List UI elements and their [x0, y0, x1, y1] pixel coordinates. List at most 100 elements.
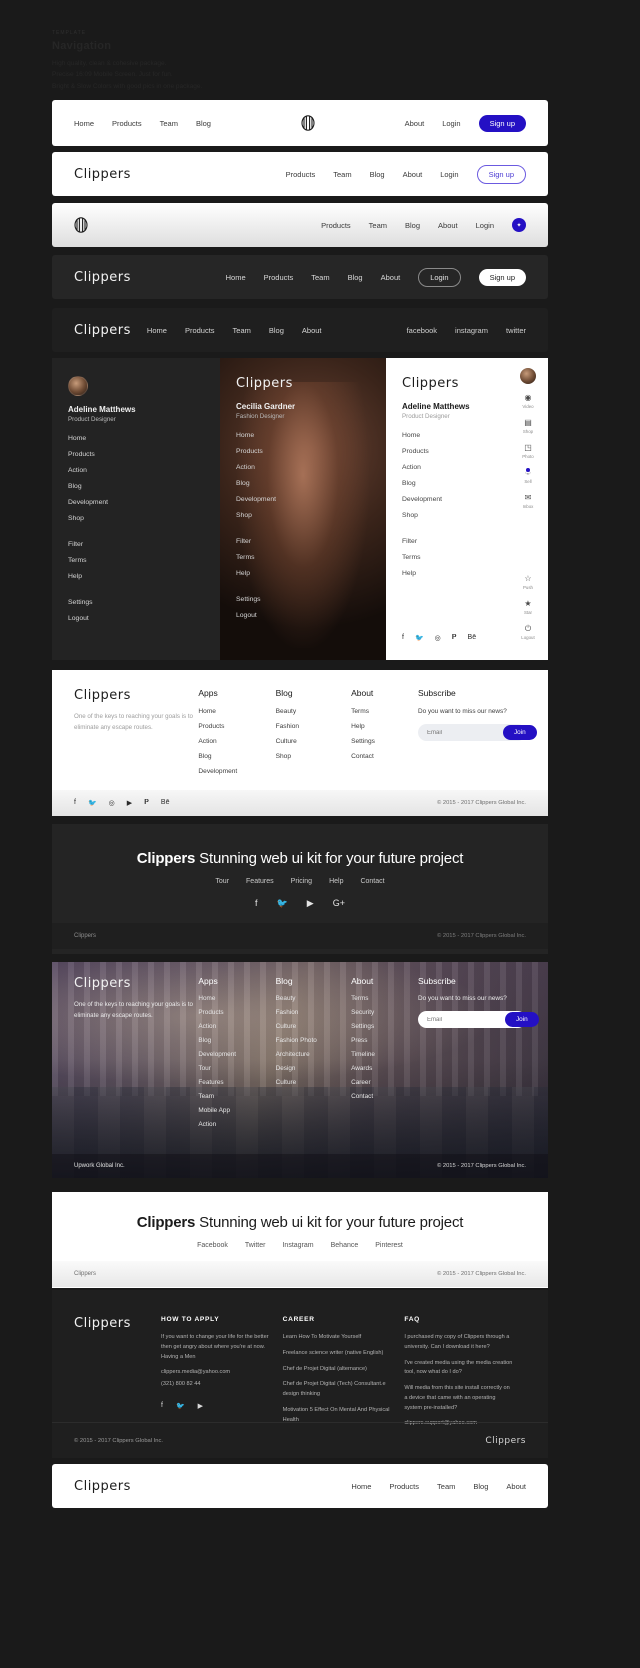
nav-1-link-0[interactable]: Home [74, 119, 94, 128]
pinterest-icon[interactable]: 𝐏 [144, 799, 149, 807]
sidebar-item-logout[interactable]: Logout [68, 615, 204, 622]
sidebar-item-blog[interactable]: Blog [68, 483, 204, 490]
nav-1-link-2[interactable]: Team [160, 119, 178, 128]
footer-dark-career-line-2[interactable]: Chef de Projet Digital (alternance) [283, 1365, 393, 1375]
cta-link-help[interactable]: Help [329, 878, 343, 885]
nav-4-link-4[interactable]: About [381, 273, 401, 282]
footer-link-contact[interactable]: Contact [351, 753, 418, 760]
sidebar-item-development[interactable]: Development [236, 496, 370, 503]
nav-5-link-3[interactable]: Blog [269, 326, 284, 335]
sidebar-item-action[interactable]: Action [68, 467, 204, 474]
youtube-icon[interactable]: ▶ [198, 1402, 203, 1410]
email-input[interactable] [427, 730, 505, 736]
rail-item-shop[interactable]: ▤ Shop [523, 419, 533, 434]
instagram-icon[interactable]: ◎ [435, 634, 441, 642]
nav-4-signup-button[interactable]: Sign up [479, 269, 526, 286]
nav-1-about[interactable]: About [405, 119, 425, 128]
footer-link-blog[interactable]: Blog [198, 753, 275, 760]
footer-link-culture[interactable]: Culture [276, 738, 351, 745]
sidebar-item-filter[interactable]: Filter [402, 538, 492, 545]
nav-5-brand[interactable]: Clippers [74, 323, 131, 338]
nav-5-link-0[interactable]: Home [147, 326, 167, 335]
nav-2-link-4[interactable]: Login [440, 170, 458, 179]
nav-5-instagram[interactable]: instagram [455, 326, 488, 335]
list-item[interactable]: Development [198, 1051, 275, 1058]
sidebar-item-shop[interactable]: Shop [402, 512, 492, 519]
footer-link-help[interactable]: Help [351, 723, 418, 730]
footer-link-products[interactable]: Products [198, 723, 275, 730]
google-plus-icon[interactable]: G+ [333, 898, 345, 909]
sidebar-item-action[interactable]: Action [402, 464, 492, 471]
facebook-icon[interactable]: f [161, 1402, 163, 1410]
nav-1-signup-button[interactable]: Sign up [479, 115, 526, 132]
join-button[interactable]: Join [505, 1012, 539, 1027]
twitter-icon[interactable]: 🐦 [415, 634, 424, 642]
nav-2-link-1[interactable]: Team [333, 170, 351, 179]
footer-link-fashion[interactable]: Fashion [276, 723, 351, 730]
list-item[interactable]: Home [198, 995, 275, 1002]
avatar[interactable] [520, 368, 536, 384]
list-item[interactable]: Terms [351, 995, 418, 1002]
sidebar-item-help[interactable]: Help [236, 570, 370, 577]
sidebar-item-help[interactable]: Help [68, 573, 204, 580]
email-input[interactable] [427, 1017, 505, 1023]
nav-1-login[interactable]: Login [442, 119, 460, 128]
nav-4-link-2[interactable]: Team [311, 273, 329, 282]
nav-2-link-2[interactable]: Blog [370, 170, 385, 179]
sidebar-photo-brand[interactable]: Clippers [236, 376, 370, 391]
footer-dark-career-line-3[interactable]: Chef de Projet Digital (Tech) Consultant… [283, 1380, 393, 1400]
footer-dark-faq-line-0[interactable]: I purchased my copy of Clippers through … [404, 1333, 514, 1353]
twitter-icon[interactable]: 🐦 [277, 898, 288, 909]
list-item[interactable]: Contact [351, 1093, 418, 1100]
cta-link-pinterest[interactable]: Pinterest [375, 1242, 403, 1249]
footer-link-settings[interactable]: Settings [351, 738, 418, 745]
rail-item-sell[interactable]: ♤ Sell [524, 469, 531, 484]
nav-last-home[interactable]: Home [351, 1482, 371, 1491]
footer-link-development[interactable]: Development [198, 768, 275, 775]
nav-2-link-0[interactable]: Products [286, 170, 316, 179]
cta-link-contact[interactable]: Contact [360, 878, 384, 885]
list-item[interactable]: Beauty [276, 995, 351, 1002]
sidebar-item-products[interactable]: Products [68, 451, 204, 458]
nav-5-twitter[interactable]: twitter [506, 326, 526, 335]
rail-item-logout[interactable]: ⏻ Logout [521, 625, 534, 640]
sidebar-item-products[interactable]: Products [402, 448, 492, 455]
list-item[interactable]: Design [276, 1065, 351, 1072]
footer-dark-apply-email[interactable]: clippers.media@yahoo.com [161, 1368, 271, 1378]
sidebar-item-blog[interactable]: Blog [236, 480, 370, 487]
nav-last-products[interactable]: Products [389, 1482, 419, 1491]
list-item[interactable]: Action [198, 1121, 275, 1128]
footer-dark-brand[interactable]: Clippers [74, 1316, 161, 1331]
list-item[interactable]: Fashion [276, 1009, 351, 1016]
footer-link-beauty[interactable]: Beauty [276, 708, 351, 715]
nav-3-link-1[interactable]: Team [369, 221, 387, 230]
list-item[interactable]: Press [351, 1037, 418, 1044]
sidebar-item-terms[interactable]: Terms [236, 554, 370, 561]
nav-4-brand[interactable]: Clippers [74, 270, 131, 285]
list-item[interactable]: Tour [198, 1065, 275, 1072]
cta-link-twitter[interactable]: Twitter [245, 1242, 266, 1249]
rail-item-push[interactable]: ☆ Push [523, 575, 533, 590]
sidebar-item-development[interactable]: Development [68, 499, 204, 506]
list-item[interactable]: Awards [351, 1065, 418, 1072]
nav-4-link-0[interactable]: Home [226, 273, 246, 282]
list-item[interactable]: Blog [198, 1037, 275, 1044]
nav-2-signup-button[interactable]: Sign up [477, 165, 526, 184]
sidebar-item-home[interactable]: Home [68, 435, 204, 442]
nav-last-blog[interactable]: Blog [473, 1482, 488, 1491]
nav-3-link-4[interactable]: Login [476, 221, 494, 230]
cta-link-instagram[interactable]: Instagram [282, 1242, 313, 1249]
sidebar-item-settings[interactable]: Settings [68, 599, 204, 606]
list-item[interactable]: Team [198, 1093, 275, 1100]
facebook-icon[interactable]: f [255, 898, 258, 909]
nav-5-link-1[interactable]: Products [185, 326, 215, 335]
sidebar-item-shop[interactable]: Shop [236, 512, 370, 519]
list-item[interactable]: Settings [351, 1023, 418, 1030]
join-button[interactable]: Join [503, 725, 537, 740]
footer-dark-faq-line-2[interactable]: Will media from this site install correc… [404, 1384, 514, 1413]
footer-link-terms[interactable]: Terms [351, 708, 418, 715]
sidebar-item-home[interactable]: Home [402, 432, 492, 439]
list-item[interactable]: Features [198, 1079, 275, 1086]
pinterest-icon[interactable]: 𝐏 [452, 634, 457, 642]
footer-dark-career-line-0[interactable]: Learn How To Motivate Yourself [283, 1333, 393, 1343]
